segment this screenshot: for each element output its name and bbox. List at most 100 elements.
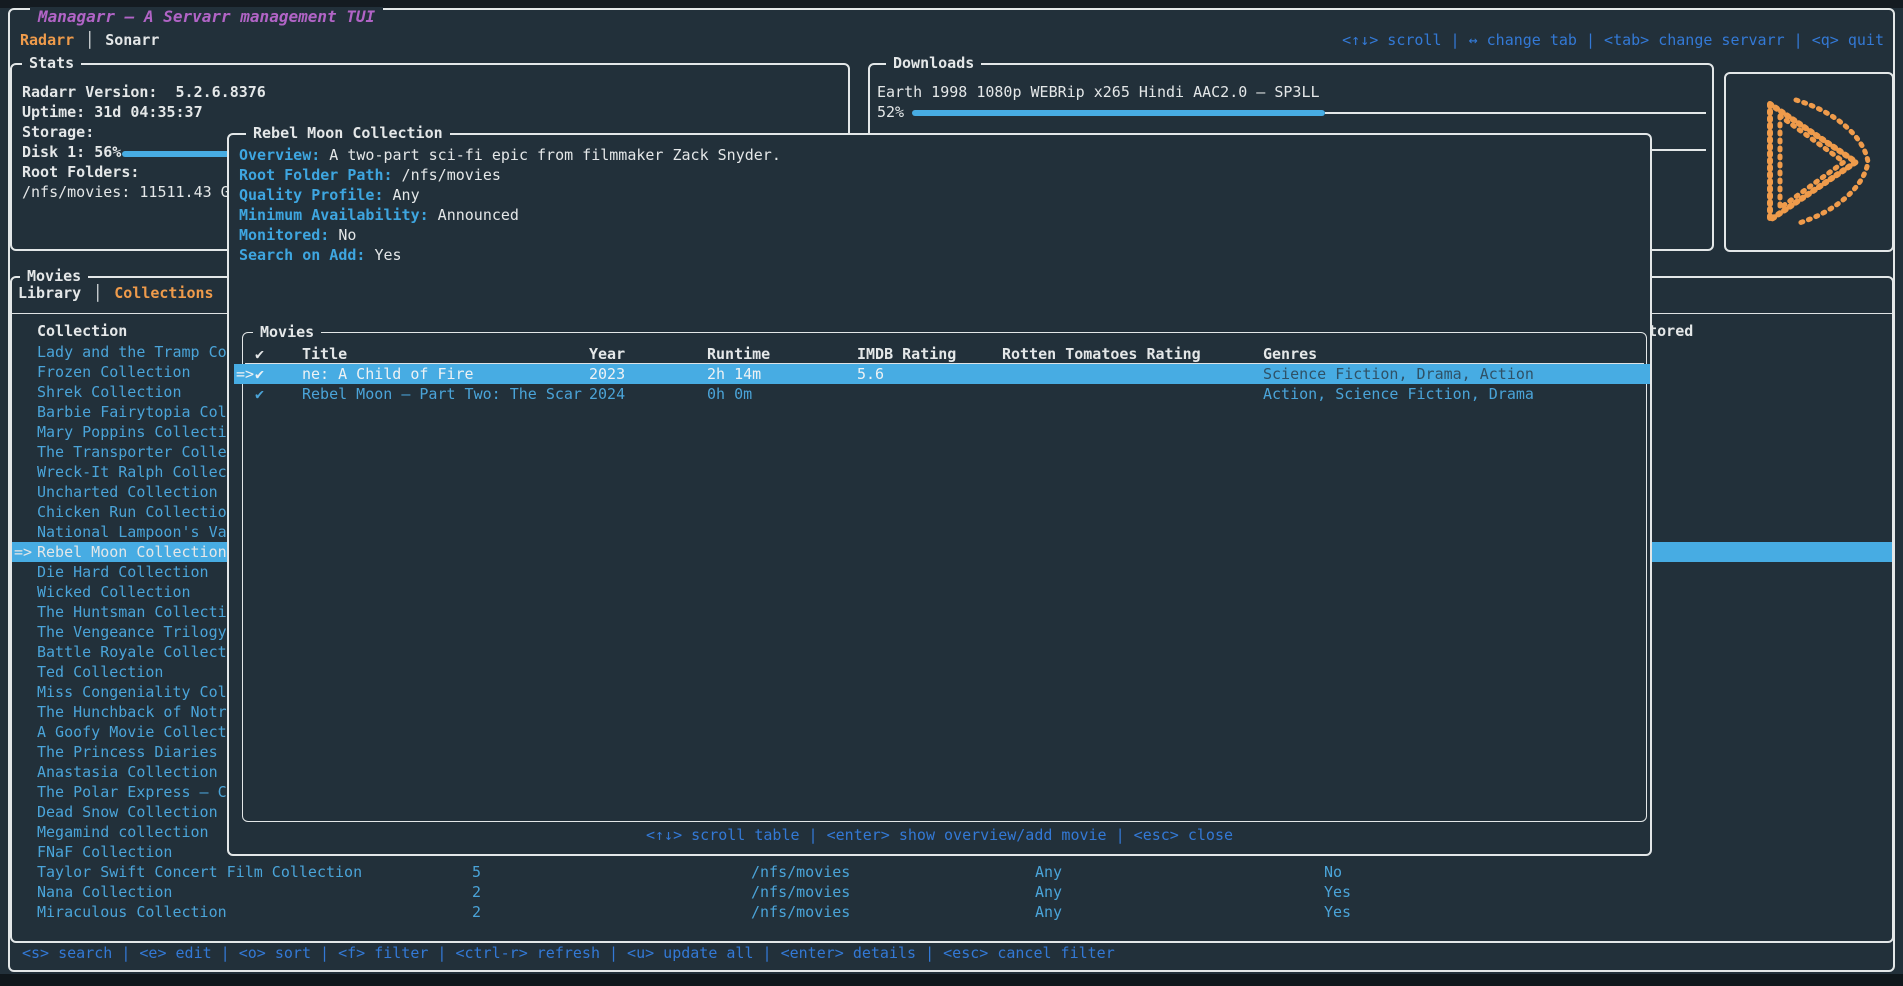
column-header-genres: Genres: [1263, 344, 1317, 364]
collection-row[interactable]: Nana Collection2/nfs/moviesAnyYes: [10, 882, 1894, 902]
collection-name: Mary Poppins Collecti: [37, 422, 227, 442]
collection-quality-profile: Any: [1035, 902, 1062, 922]
collection-name: Shrek Collection: [37, 382, 182, 402]
modal-field-value: No: [329, 226, 356, 244]
modal-movie-row[interactable]: ✔ Rebel Moon – Part Two: The Scar 2024 0h 0…: [229, 384, 1654, 404]
collection-name: Miss Congeniality Col: [37, 682, 227, 702]
collection-name: Dead Snow Collection: [37, 802, 218, 822]
collection-name: Taylor Swift Concert Film Collection: [37, 862, 362, 882]
collection-name: Barbie Fairytopia Col: [37, 402, 227, 422]
collection-root-folder: /nfs/movies: [751, 882, 850, 902]
top-keybinding-hints: <↑↓> scroll | ↔ change tab | <tab> chang…: [1342, 30, 1884, 50]
modal-field-value: /nfs/movies: [393, 166, 501, 184]
collection-name: Anastasia Collection: [37, 762, 218, 782]
collection-name: Battle Royale Collect: [37, 642, 227, 662]
collection-row[interactable]: Miraculous Collection 2/nfs/movies Any Yes: [10, 902, 1894, 922]
movie-title: ne: A Child of Fire: [302, 364, 474, 384]
collection-search-on-add: Yes: [1324, 902, 1351, 922]
storage-label: Storage:: [22, 122, 94, 142]
collection-movie-count: 5: [472, 862, 481, 882]
modal-field-label: Minimum Availability:: [239, 206, 429, 224]
downloads-panel-title: Downloads: [886, 53, 981, 73]
collection-search-on-add: Yes: [1324, 882, 1351, 902]
column-header--: ✔: [255, 344, 264, 364]
modal-field-label: Overview:: [239, 146, 320, 164]
collection-row[interactable]: Taylor Swift Concert Film Collection 5/nf…: [10, 862, 1894, 882]
tab-library[interactable]: Library: [18, 284, 81, 302]
modal-movie-row[interactable]: =>✔ne: A Child of Fire20232h 14m5.6Scien…: [234, 364, 1650, 384]
root-folder-usage: /nfs/movies: 11511.43 GB: [22, 182, 239, 202]
collection-name: Wreck-It Ralph Collec: [37, 462, 227, 482]
collection-name: The Polar Express – C: [37, 782, 227, 802]
collection-name: The Princess Diaries: [37, 742, 218, 762]
collection-name: The Vengeance Trilogy: [37, 622, 227, 642]
collection-name: FNaF Collection: [37, 842, 172, 862]
collection-details-modal: Rebel Moon Collection Overview: A two-pa…: [227, 133, 1652, 856]
tab-separator: │: [81, 284, 114, 302]
modal-field: Quality Profile: Any: [239, 185, 1660, 205]
collection-quality-profile: Any: [1035, 862, 1062, 882]
collection-name: The Hunchback of Notr: [37, 702, 227, 722]
tab-separator: │: [74, 31, 105, 49]
modal-field: Root Folder Path: /nfs/movies: [239, 165, 1660, 185]
tab-sonarr[interactable]: Sonarr: [105, 31, 159, 49]
collection-column-header: Collection: [37, 321, 127, 341]
collection-name: Megamind collection: [37, 822, 209, 842]
modal-field-value: Yes: [365, 246, 401, 264]
modal-keybinding-hints: <↑↓> scroll table | <enter> show overvie…: [229, 825, 1650, 845]
collection-quality-profile: Any: [1035, 882, 1062, 902]
modal-field-label: Root Folder Path:: [239, 166, 393, 184]
movie-runtime: 0h 0m: [707, 384, 752, 404]
modal-field-value: Any: [384, 186, 420, 204]
movie-genres: Action, Science Fiction, Drama: [1263, 384, 1534, 404]
collection-root-folder: /nfs/movies: [751, 902, 850, 922]
collection-name: The Transporter Colle: [37, 442, 227, 462]
collection-name: Nana Collection: [37, 882, 172, 902]
column-header-imdb-rating: IMDB Rating: [857, 344, 956, 364]
app-title: Managarr – A Servarr management TUI: [30, 7, 383, 27]
managarr-app: Managarr – A Servarr management TUI Rada…: [0, 0, 1903, 986]
root-folders-label: Root Folders:: [22, 162, 139, 182]
collection-name: Rebel Moon Collection: [37, 542, 227, 562]
collection-name: Ted Collection: [37, 662, 163, 682]
collection-name: Frozen Collection: [37, 362, 191, 382]
movie-genres: Science Fiction, Drama, Action: [1263, 364, 1534, 384]
collection-name: Uncharted Collection: [37, 482, 218, 502]
modal-field-label: Quality Profile:: [239, 186, 384, 204]
column-header-title: Title: [302, 344, 347, 364]
managarr-logo-icon: [1736, 82, 1882, 242]
column-header-rotten-tomatoes-rating: Rotten Tomatoes Rating: [1002, 344, 1201, 364]
modal-field: Search on Add: Yes: [239, 245, 1660, 265]
download-progress-bar: [912, 110, 1325, 116]
movie-year: 2024: [589, 384, 625, 404]
collection-root-folder: /nfs/movies: [751, 862, 850, 882]
tab-collections[interactable]: Collections: [114, 284, 213, 302]
selection-marker: =>: [14, 542, 32, 562]
modal-field: Minimum Availability: Announced: [239, 205, 1660, 225]
movies-tabs: Library│Collections│: [18, 283, 247, 303]
collection-name: Die Hard Collection: [37, 562, 209, 582]
radarr-version: Radarr Version: 5.2.6.8376: [22, 82, 266, 102]
modal-title: Rebel Moon Collection: [246, 123, 450, 143]
collection-movie-count: 2: [472, 902, 481, 922]
selection-marker: =>: [236, 364, 254, 384]
servarr-tabs: Radarr│Sonarr: [20, 30, 159, 50]
movie-imdb-rating: 5.6: [857, 364, 884, 384]
modal-table-header: ✔TitleYearRuntimeIMDB RatingRotten Tomat…: [229, 344, 1650, 364]
stats-panel-title: Stats: [22, 53, 81, 73]
bottom-keybinding-hints: <s> search | <e> edit | <o> sort | <f> f…: [22, 943, 1115, 963]
collection-name: The Huntsman Collecti: [37, 602, 227, 622]
download-progress-remainder: [1325, 112, 1706, 114]
collection-name: Lady and the Tramp Co: [37, 342, 227, 362]
terminal-bottom-strip: [0, 974, 1903, 986]
tab-radarr[interactable]: Radarr: [20, 31, 74, 49]
column-header-runtime: Runtime: [707, 344, 770, 364]
modal-field: Monitored: No: [239, 225, 1660, 245]
movie-title: Rebel Moon – Part Two: The Scar: [302, 384, 582, 404]
collection-name: Miraculous Collection: [37, 902, 227, 922]
modal-field: Overview: A two-part sci-fi epic from fi…: [239, 145, 1660, 165]
movie-monitored-check: ✔: [255, 384, 264, 404]
collection-name: National Lampoon's Va: [37, 522, 227, 542]
download-item-percent: 52%: [877, 102, 904, 122]
disk-usage-label: Disk 1: 56%: [22, 142, 121, 162]
